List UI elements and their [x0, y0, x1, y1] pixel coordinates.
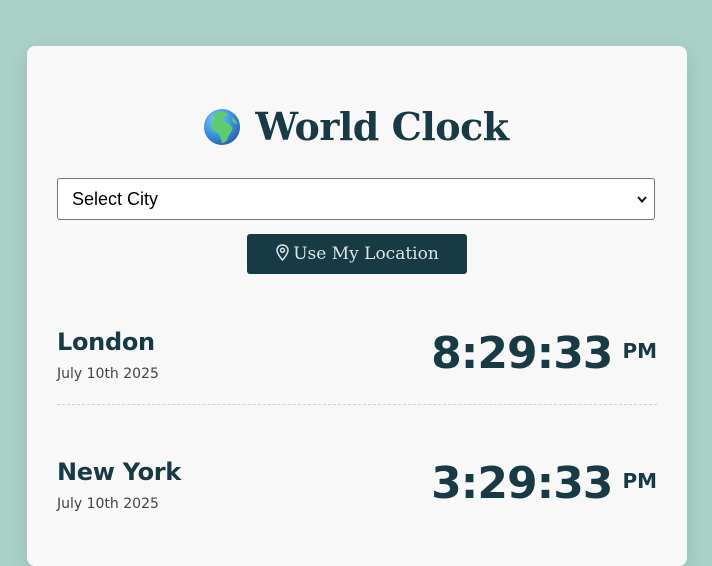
clock-row: London July 10th 2025 8:29:33 PM — [57, 328, 657, 405]
city-select-value: Select City — [72, 189, 159, 209]
city-date: July 10th 2025 — [57, 366, 159, 382]
time-value: 3:29:33 — [431, 458, 613, 509]
time-period: PM — [622, 469, 657, 493]
time-period: PM — [622, 339, 657, 363]
time-value: 8:29:33 — [431, 328, 613, 379]
use-my-location-label: Use My Location — [293, 244, 439, 264]
clock-row: New York July 10th 2025 3:29:33 PM — [57, 458, 657, 548]
page-title: World Clock — [0, 104, 712, 149]
use-my-location-button[interactable]: Use My Location — [247, 234, 467, 274]
globe-icon — [204, 108, 241, 146]
city-name: New York — [57, 458, 181, 486]
title-text: World Clock — [255, 104, 509, 149]
map-pin-icon — [276, 244, 289, 262]
city-date: July 10th 2025 — [57, 496, 159, 512]
time-display: 3:29:33 PM — [431, 458, 657, 509]
city-select[interactable]: Select City — [57, 178, 655, 220]
time-display: 8:29:33 PM — [431, 328, 657, 379]
city-name: London — [57, 328, 155, 356]
chevron-down-icon — [637, 196, 647, 204]
